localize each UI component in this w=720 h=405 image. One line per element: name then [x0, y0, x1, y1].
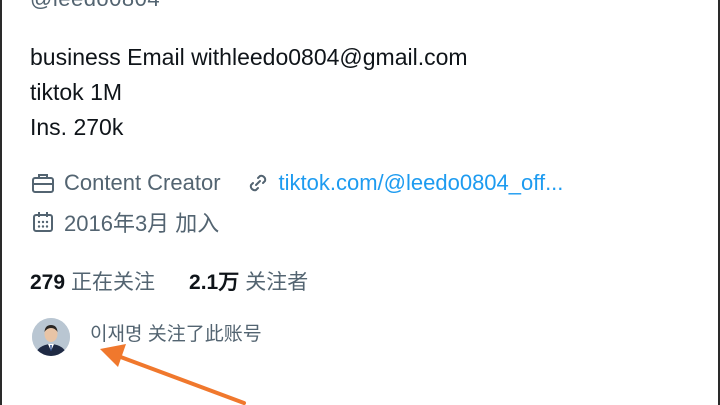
annotation-arrow — [100, 344, 246, 405]
